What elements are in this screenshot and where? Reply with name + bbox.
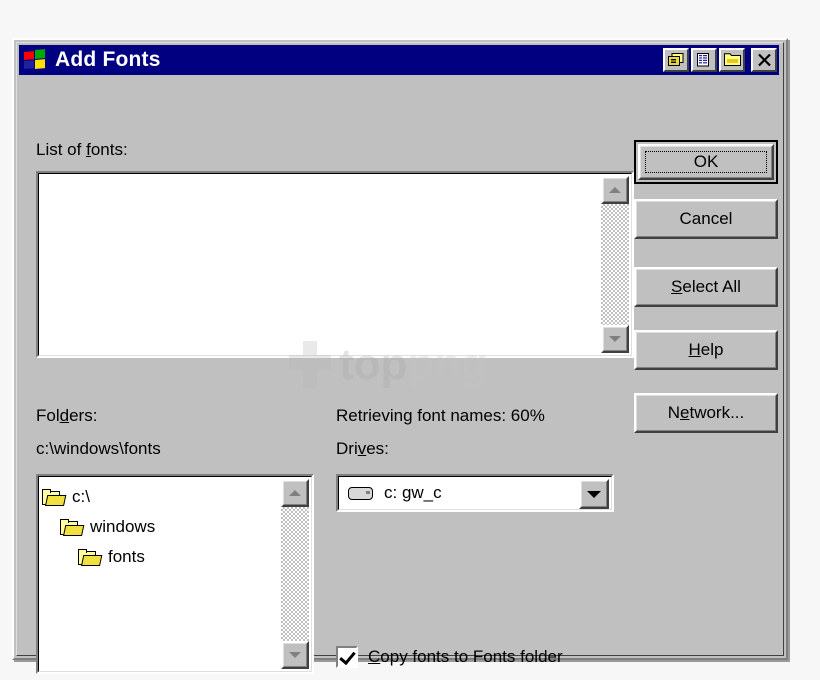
scroll-down-arrow-icon xyxy=(609,336,621,342)
open-folder-icon xyxy=(60,518,85,536)
chevron-down-icon xyxy=(587,490,601,498)
scroll-up-arrow-icon xyxy=(609,187,621,193)
hard-drive-icon xyxy=(348,485,374,501)
folder-tree-item-label: c:\ xyxy=(72,487,90,506)
ok-button-default-frame: OK xyxy=(634,140,778,184)
title-bar[interactable]: Add Fonts xyxy=(19,45,779,75)
folder-tree-item-label: fonts xyxy=(108,547,145,566)
drives-dropdown-arrow-button[interactable] xyxy=(579,479,609,509)
scroll-up-arrow-icon xyxy=(289,490,301,496)
up-one-level-button[interactable] xyxy=(719,48,745,72)
folder-tree-item-label: windows xyxy=(90,517,156,536)
folder-tree-item[interactable]: windows xyxy=(42,512,282,542)
copy-fonts-checkbox-label: Copy fonts to Fonts folder xyxy=(368,647,563,666)
open-folder-icon xyxy=(42,488,67,506)
title-bar-buttons xyxy=(663,48,777,72)
windows-flag-icon xyxy=(23,49,47,71)
folders-label: Folders: xyxy=(36,406,98,425)
copy-fonts-checkbox[interactable] xyxy=(336,646,358,668)
fonts-list-box[interactable] xyxy=(36,171,634,358)
copy-fonts-checkbox-row[interactable]: Copy fonts to Fonts folder xyxy=(336,646,563,668)
drives-selected-value-row: c: gw_c xyxy=(348,476,442,510)
add-fonts-dialog: Add Fonts List of fonts: top png Folders… xyxy=(12,38,788,674)
close-button[interactable] xyxy=(751,48,777,72)
window-title: Add Fonts xyxy=(55,48,161,71)
current-path-text: c:\windows\fonts xyxy=(36,439,161,458)
tree-scroll-down-button[interactable] xyxy=(281,641,309,669)
list-view-button[interactable] xyxy=(663,48,689,72)
scroll-down-button[interactable] xyxy=(601,325,629,353)
scroll-down-arrow-icon xyxy=(289,652,301,658)
folder-tree-item[interactable]: c:\ xyxy=(42,482,282,512)
fonts-list-items[interactable] xyxy=(41,176,601,353)
folder-tree-item[interactable]: fonts xyxy=(42,542,282,572)
folder-tree[interactable]: c:\ windows fonts xyxy=(36,474,314,674)
drives-label: Drives: xyxy=(336,439,389,458)
tree-scroll-up-button[interactable] xyxy=(281,479,309,507)
scroll-up-button[interactable] xyxy=(601,176,629,204)
open-folder-icon xyxy=(78,548,103,566)
drives-selected-value: c: gw_c xyxy=(384,483,442,502)
folder-tree-items[interactable]: c:\ windows fonts xyxy=(42,482,282,668)
ok-button[interactable]: OK xyxy=(638,144,774,180)
check-mark-icon xyxy=(339,647,356,666)
help-button[interactable]: Help xyxy=(634,330,778,370)
folder-tree-scrollbar[interactable] xyxy=(281,479,309,669)
status-text: Retrieving font names: 60% xyxy=(336,406,545,425)
fonts-list-label: List of fonts: xyxy=(36,140,128,159)
details-view-button[interactable] xyxy=(691,48,717,72)
network-button[interactable]: Ne twork... xyxy=(634,393,778,433)
cancel-button[interactable]: Cancel xyxy=(634,199,778,239)
fonts-list-scrollbar[interactable] xyxy=(601,176,629,353)
drives-combobox[interactable]: c: gw_c xyxy=(336,474,614,512)
select-all-button[interactable]: Select All xyxy=(634,267,778,307)
